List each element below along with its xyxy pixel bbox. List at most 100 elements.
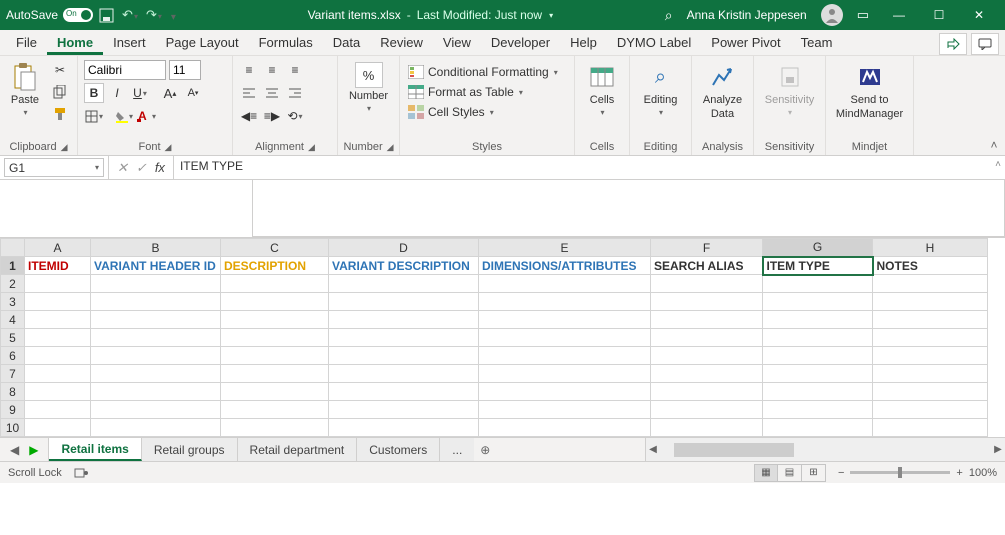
row-header-3[interactable]: 3 <box>1 293 25 311</box>
cell-G7[interactable] <box>763 365 873 383</box>
cell-G3[interactable] <box>763 293 873 311</box>
cell-F1[interactable]: SEARCH ALIAS <box>651 257 763 275</box>
cell-G2[interactable] <box>763 275 873 293</box>
cell-G5[interactable] <box>763 329 873 347</box>
col-header-D[interactable]: D <box>329 239 479 257</box>
sheet-tab-customers[interactable]: Customers <box>357 438 440 461</box>
cell-G10[interactable] <box>763 419 873 437</box>
paste-button[interactable]: Paste ▾ <box>6 60 44 119</box>
macro-record-icon[interactable] <box>74 467 88 479</box>
autosave-switch[interactable]: On <box>63 8 93 22</box>
cut-icon[interactable]: ✂ <box>50 60 70 80</box>
cell-A1[interactable]: ITEMID <box>25 257 91 275</box>
clipboard-launcher-icon[interactable]: ◢ <box>61 142 68 153</box>
number-format-button[interactable]: % Number ▾ <box>345 60 392 115</box>
cell-F5[interactable] <box>651 329 763 347</box>
maximize-button[interactable]: ☐ <box>919 0 959 30</box>
cell-G8[interactable] <box>763 383 873 401</box>
font-size-select[interactable] <box>169 60 201 80</box>
font-launcher-icon[interactable]: ◢ <box>165 142 172 153</box>
search-icon[interactable]: ⌕ <box>665 7 673 24</box>
cell-E3[interactable] <box>479 293 651 311</box>
tab-formulas[interactable]: Formulas <box>249 31 323 55</box>
cell-F8[interactable] <box>651 383 763 401</box>
cell-D4[interactable] <box>329 311 479 329</box>
send-to-mindmanager-button[interactable]: Send to MindManager <box>832 60 907 122</box>
bold-button[interactable]: B <box>84 83 104 103</box>
cell-E5[interactable] <box>479 329 651 347</box>
cell-C9[interactable] <box>221 401 329 419</box>
ribbon-mode-icon[interactable]: ▭ <box>857 7 869 23</box>
cell-E1[interactable]: DIMENSIONS/ATTRIBUTES <box>479 257 651 275</box>
cell-A4[interactable] <box>25 311 91 329</box>
cell-C10[interactable] <box>221 419 329 437</box>
italic-button[interactable]: I <box>107 83 127 103</box>
cell-C8[interactable] <box>221 383 329 401</box>
tab-insert[interactable]: Insert <box>103 31 156 55</box>
zoom-in-icon[interactable]: + <box>956 467 962 479</box>
cell-E10[interactable] <box>479 419 651 437</box>
cell-H4[interactable] <box>873 311 988 329</box>
align-middle-icon[interactable]: ≡ <box>262 60 282 80</box>
cell-F2[interactable] <box>651 275 763 293</box>
format-painter-icon[interactable] <box>50 104 70 124</box>
cell-D9[interactable] <box>329 401 479 419</box>
cell-D6[interactable] <box>329 347 479 365</box>
font-name-select[interactable] <box>84 60 166 80</box>
sheet-tab-retail-department[interactable]: Retail department <box>238 438 358 461</box>
row-header-6[interactable]: 6 <box>1 347 25 365</box>
cell-B10[interactable] <box>91 419 221 437</box>
cell-C7[interactable] <box>221 365 329 383</box>
fx-icon[interactable]: fx <box>155 160 165 175</box>
cell-A8[interactable] <box>25 383 91 401</box>
zoom-control[interactable]: − + 100% <box>838 467 997 479</box>
col-header-B[interactable]: B <box>91 239 221 257</box>
sheet-prev-icon[interactable]: ◀ <box>10 443 19 457</box>
conditional-formatting-button[interactable]: Conditional Formatting▾ <box>406 64 560 80</box>
new-sheet-button[interactable]: ⊕ <box>474 438 496 461</box>
cell-E9[interactable] <box>479 401 651 419</box>
cell-C6[interactable] <box>221 347 329 365</box>
avatar[interactable] <box>821 4 843 26</box>
cell-D10[interactable] <box>329 419 479 437</box>
align-left-icon[interactable] <box>239 83 259 103</box>
cell-B3[interactable] <box>91 293 221 311</box>
cell-A3[interactable] <box>25 293 91 311</box>
copy-icon[interactable] <box>50 82 70 102</box>
cell-G4[interactable] <box>763 311 873 329</box>
cell-B9[interactable] <box>91 401 221 419</box>
formula-collapse-icon[interactable]: ˄ <box>995 159 1001 170</box>
cell-C3[interactable] <box>221 293 329 311</box>
col-header-G[interactable]: G <box>763 239 873 257</box>
row-header-2[interactable]: 2 <box>1 275 25 293</box>
tab-data[interactable]: Data <box>323 31 370 55</box>
page-break-view-button[interactable]: ⊞ <box>802 464 826 482</box>
row-header-1[interactable]: 1 <box>1 257 25 275</box>
cell-D3[interactable] <box>329 293 479 311</box>
undo-icon[interactable]: ↶▾ <box>122 7 138 23</box>
tab-review[interactable]: Review <box>370 31 433 55</box>
cell-E4[interactable] <box>479 311 651 329</box>
cell-H9[interactable] <box>873 401 988 419</box>
cell-styles-button[interactable]: Cell Styles▾ <box>406 104 560 120</box>
sheet-tab-retail-items[interactable]: Retail items <box>49 438 141 461</box>
cell-H2[interactable] <box>873 275 988 293</box>
sheet-tab-more[interactable]: ... <box>440 438 474 461</box>
cell-C2[interactable] <box>221 275 329 293</box>
cell-H1[interactable]: NOTES <box>873 257 988 275</box>
col-header-E[interactable]: E <box>479 239 651 257</box>
fill-color-button[interactable]: ▾ <box>114 106 134 126</box>
cell-D2[interactable] <box>329 275 479 293</box>
cell-D5[interactable] <box>329 329 479 347</box>
sheet-next-icon[interactable]: ▶ <box>29 443 38 457</box>
col-header-H[interactable]: H <box>873 239 988 257</box>
tab-file[interactable]: File <box>6 31 47 55</box>
cell-A9[interactable] <box>25 401 91 419</box>
cell-B4[interactable] <box>91 311 221 329</box>
cell-H5[interactable] <box>873 329 988 347</box>
user-name[interactable]: Anna Kristin Jeppesen <box>687 8 807 22</box>
tab-team[interactable]: Team <box>791 31 843 55</box>
col-header-A[interactable]: A <box>25 239 91 257</box>
row-header-8[interactable]: 8 <box>1 383 25 401</box>
share-button[interactable] <box>939 33 967 55</box>
